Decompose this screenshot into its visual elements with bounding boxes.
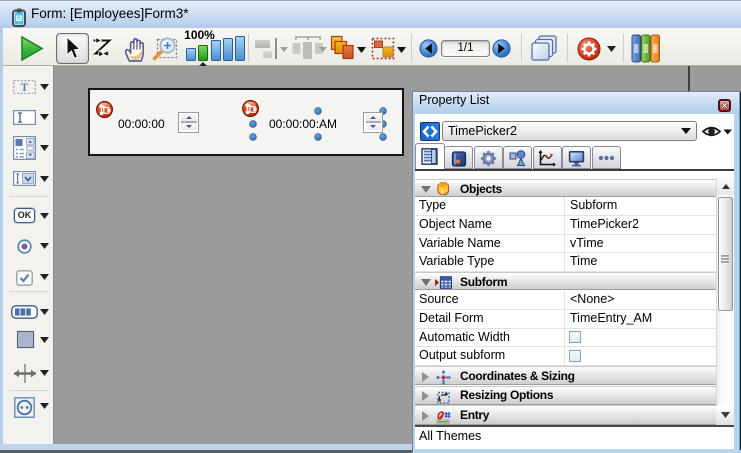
svg-text:T: T [21,82,29,94]
